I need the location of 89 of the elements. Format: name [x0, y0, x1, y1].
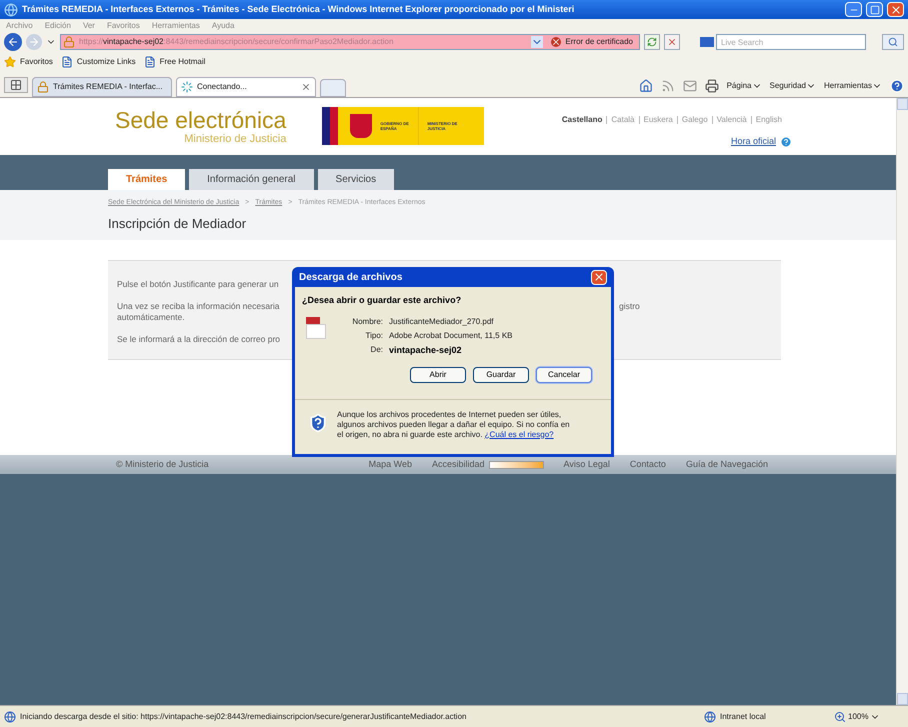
warning-text: Aunque los archivos procedentes de Internet pueden ser útiles, algunos archivos pueden llegar a dañar el equipo. Si no confía en el origen, no abra ni guarde este archivo. ¿Cuál es el riesgo?: [337, 410, 571, 440]
browser-logo-icon: [4, 2, 18, 16]
loading-icon: [181, 81, 193, 93]
search-button[interactable]: [882, 34, 904, 50]
dialog-button[interactable]: Guardar: [473, 366, 529, 382]
favorite-link[interactable]: Customize Links: [60, 56, 136, 68]
field-label: Nombre:: [351, 316, 383, 326]
site-subtitle: Ministerio de Justicia: [184, 133, 286, 146]
close-icon: [890, 4, 902, 16]
refresh-icon: [647, 37, 657, 47]
field-value: JustificanteMediador_270.pdf: [389, 316, 495, 326]
shield-icon: [308, 412, 328, 434]
field-label: De:: [370, 344, 383, 354]
close-icon: [593, 271, 605, 283]
certificate-error-button[interactable]: Error de certificado: [547, 35, 637, 49]
address-text: https://vintapache-sej02:8443/remediainscripcion/secure/confirmarPaso2Mediador.action: [79, 36, 394, 48]
stop-icon: [667, 37, 677, 47]
back-arrow-icon: [7, 36, 19, 48]
stop-button[interactable]: [664, 34, 680, 50]
zoom-icon: [834, 710, 846, 722]
browser-tab[interactable]: Conectando...: [176, 77, 316, 97]
nav-tab[interactable]: Trámites: [108, 169, 186, 190]
feeds-icon[interactable]: [660, 79, 675, 93]
command-menu[interactable]: Página: [726, 80, 762, 92]
address-dropdown-icon[interactable]: [531, 36, 544, 48]
certificate-icon: [63, 36, 75, 48]
browser-tab[interactable]: Trámites REMEDIA - Interfac...: [32, 77, 172, 97]
paragraph-text: automáticamente.: [117, 312, 185, 322]
official-time-link[interactable]: Hora oficial: [730, 135, 776, 148]
field-value: vintapache-sej02: [389, 344, 463, 354]
print-icon[interactable]: [704, 79, 719, 93]
paragraph-text: gistro: [619, 301, 640, 312]
pdf-file-icon: [306, 316, 326, 338]
footer-link[interactable]: Accesibilidad: [432, 458, 485, 472]
forward-arrow-icon: [28, 36, 40, 48]
dialog-button[interactable]: Abrir: [410, 366, 466, 382]
search-icon: [888, 37, 898, 47]
accessibility-badge-icon: [488, 460, 544, 468]
window-title: Trámites REMEDIA - Interfaces Externos - Trámites - Sede Electrónica - Windows Internet Explorer proporcionado por el Ministeri: [22, 2, 576, 16]
search-field[interactable]: Live Search: [716, 34, 866, 50]
mail-icon[interactable]: [682, 79, 697, 93]
dialog-close-button[interactable]: [591, 270, 607, 284]
language-link[interactable]: Castellano: [562, 114, 602, 126]
copyright-text: © Ministerio de Justicia: [116, 458, 209, 471]
dialog-title: Descarga de archivos: [299, 270, 404, 284]
command-menu[interactable]: Seguridad: [770, 80, 816, 92]
footer-link[interactable]: Mapa Web: [368, 458, 412, 472]
favorite-link[interactable]: Free Hotmail: [144, 56, 206, 68]
nav-tab[interactable]: Información general: [189, 169, 314, 190]
quick-tabs-button[interactable]: [4, 77, 28, 93]
status-icon: [4, 710, 16, 722]
maximize-button[interactable]: [866, 2, 883, 17]
search-engine-icon: [700, 37, 714, 47]
paragraph-text: Se le informará a la dirección de correo pro: [117, 334, 280, 344]
lock-icon: [37, 81, 49, 93]
page-icon: [144, 56, 156, 68]
status-text: Iniciando descarga desde el sitio: https://vintapache-sej02:8443/remediainscripcion/secure/generarJustificanteMediador.action: [20, 710, 468, 722]
zone-text: Intranet local: [720, 710, 767, 722]
field-label: Tipo:: [364, 330, 383, 340]
error-icon: [551, 37, 562, 47]
footer-link[interactable]: Aviso Legal: [564, 458, 610, 472]
home-icon[interactable]: [638, 79, 653, 93]
zone-icon: [704, 710, 716, 722]
refresh-button[interactable]: [644, 34, 660, 50]
maximize-icon: [870, 4, 880, 14]
paragraph-text: Una vez se reciba la información necesaria: [117, 301, 280, 311]
help-icon: [780, 136, 792, 148]
site-title: Sede electrónica: [115, 107, 286, 133]
address-field[interactable]: https://vintapache-sej02:8443/remediainscripcion/secure/confirmarPaso2Mediador.action Error de certificado: [60, 34, 640, 50]
dialog-question: ¿Desea abrir o guardar este archivo?: [302, 294, 462, 307]
page-heading: Inscripción de Mediador: [108, 214, 248, 233]
back-button[interactable]: [4, 33, 22, 51]
paragraph-text: Pulse el botón Justificante para generar un: [117, 279, 279, 289]
command-menu[interactable]: Herramientas: [824, 80, 882, 92]
risk-link[interactable]: ¿Cuál es el riesgo?: [484, 430, 554, 438]
footer-link[interactable]: Contacto: [630, 458, 666, 472]
grid-icon: [10, 79, 22, 91]
dialog-button[interactable]: Cancelar: [536, 366, 592, 382]
minimize-button[interactable]: [845, 2, 862, 17]
zoom-button[interactable]: 100%: [834, 710, 904, 722]
field-value: Adobe Acrobat Document, 11,5 KB: [389, 330, 512, 340]
close-button[interactable]: [887, 2, 904, 17]
footer-link[interactable]: Guía de Navegación: [686, 458, 768, 472]
nav-tab[interactable]: Servicios: [318, 169, 394, 190]
page-icon: [60, 56, 73, 68]
help-icon[interactable]: [890, 79, 904, 93]
close-tab-icon[interactable]: [301, 82, 311, 92]
favorites-button[interactable]: Favoritos: [4, 56, 53, 68]
star-icon: [4, 56, 16, 68]
